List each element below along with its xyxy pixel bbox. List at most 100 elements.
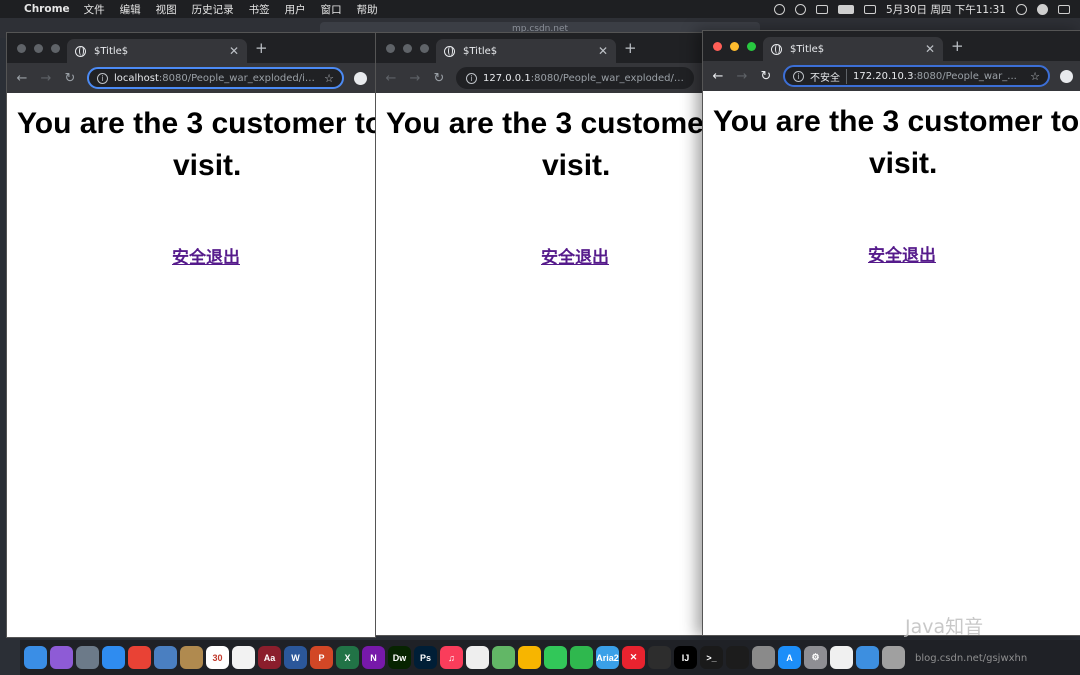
close-window-icon[interactable] xyxy=(386,44,395,53)
address-bar[interactable]: i 127.0.0.1 :8080/People_war_exploded/in… xyxy=(456,67,694,89)
menu-history[interactable]: 历史记录 xyxy=(192,2,234,17)
menu-edit[interactable]: 编辑 xyxy=(120,2,141,17)
new-tab-icon[interactable]: + xyxy=(624,39,637,57)
dock-downloads-icon[interactable] xyxy=(856,646,879,669)
dock-music-icon[interactable]: ♫ xyxy=(440,646,463,669)
forward-arrow-icon[interactable]: → xyxy=(735,69,749,84)
info-icon[interactable]: i xyxy=(793,70,804,82)
menu-window[interactable]: 窗口 xyxy=(321,2,342,17)
dock-safari-icon[interactable] xyxy=(102,646,125,669)
dock-dreamweaver-icon[interactable]: Dw xyxy=(388,646,411,669)
back-arrow-icon[interactable]: ← xyxy=(384,71,398,86)
close-window-icon[interactable] xyxy=(713,42,722,51)
menu-clock[interactable]: 5月30日 周四 下午11:31 xyxy=(886,2,1006,17)
dock-intellij-icon[interactable]: IJ xyxy=(674,646,697,669)
menu-people[interactable]: 用户 xyxy=(285,2,306,17)
browser-window-localhost: $Title$ ✕ + ← → ↻ i localhost :8080/Peop… xyxy=(6,32,376,638)
info-icon[interactable]: i xyxy=(466,72,477,84)
tab-title: $Title$ xyxy=(463,45,498,57)
close-window-icon[interactable] xyxy=(17,44,26,53)
not-secure-label[interactable]: 不安全 xyxy=(810,68,847,84)
menu-file[interactable]: 文件 xyxy=(84,2,105,17)
close-tab-icon[interactable]: ✕ xyxy=(925,42,935,56)
dock-chrome-icon[interactable] xyxy=(128,646,151,669)
dock-color-app-icon[interactable] xyxy=(648,646,671,669)
user-avatar-icon[interactable] xyxy=(1037,3,1048,15)
dock-automator-icon[interactable] xyxy=(752,646,775,669)
back-arrow-icon[interactable]: ← xyxy=(711,69,725,84)
dock-stickies-icon[interactable] xyxy=(232,646,255,669)
dock-photos-icon[interactable] xyxy=(518,646,541,669)
volume-icon[interactable] xyxy=(816,4,829,14)
forward-arrow-icon[interactable]: → xyxy=(408,71,422,86)
vpn-icon[interactable] xyxy=(795,3,807,15)
close-tab-icon[interactable]: ✕ xyxy=(229,44,239,58)
browser-tab[interactable]: $Title$ ✕ xyxy=(763,37,943,61)
back-arrow-icon[interactable]: ← xyxy=(15,71,29,86)
airplay-icon[interactable] xyxy=(774,3,786,15)
menu-view[interactable]: 视图 xyxy=(156,2,177,17)
bookmark-star-icon[interactable]: ☆ xyxy=(1026,70,1040,83)
dock-document-icon[interactable] xyxy=(830,646,853,669)
menu-bookmarks[interactable]: 书签 xyxy=(249,2,270,17)
dock-trash-icon[interactable] xyxy=(882,646,905,669)
reload-icon[interactable]: ↻ xyxy=(759,69,773,84)
zoom-window-icon[interactable] xyxy=(420,44,429,53)
info-icon[interactable]: i xyxy=(97,72,108,84)
battery-icon[interactable] xyxy=(838,4,855,14)
dock-preview-icon[interactable] xyxy=(154,646,177,669)
dock-textedit-icon[interactable] xyxy=(466,646,489,669)
dock-word-icon[interactable]: W xyxy=(284,646,307,669)
address-bar[interactable]: i localhost :8080/People_war_exploded/in… xyxy=(87,67,344,89)
reload-icon[interactable]: ↻ xyxy=(432,71,446,86)
dock-dictionary-icon[interactable]: Aa xyxy=(258,646,281,669)
minimize-window-icon[interactable] xyxy=(730,42,739,51)
address-bar[interactable]: i 不安全 172.20.10.3 :8080/People_war_... ☆ xyxy=(783,65,1050,87)
spotlight-icon[interactable] xyxy=(1016,3,1027,15)
dock-terminal-icon[interactable]: >_ xyxy=(700,646,723,669)
dock-messages-icon[interactable] xyxy=(544,646,567,669)
dock-app-store-icon[interactable]: A xyxy=(778,646,801,669)
dock-onenote-icon[interactable]: N xyxy=(362,646,385,669)
menu-help[interactable]: 帮助 xyxy=(357,2,378,17)
dock-finder-icon[interactable] xyxy=(24,646,47,669)
logout-link[interactable]: 安全退出 xyxy=(868,241,936,266)
dock-photoshop-icon[interactable]: Ps xyxy=(414,646,437,669)
forward-arrow-icon[interactable]: → xyxy=(39,71,53,86)
logout-link[interactable]: 安全退出 xyxy=(541,243,609,268)
dock-launchpad-icon[interactable] xyxy=(76,646,99,669)
dock-excel-icon[interactable]: X xyxy=(336,646,359,669)
window-controls xyxy=(713,42,756,51)
dock-facetime-icon[interactable] xyxy=(570,646,593,669)
dock-calendar-icon[interactable]: 30 xyxy=(206,646,229,669)
browser-tab[interactable]: $Title$ ✕ xyxy=(67,39,247,63)
dock-system-preferences-icon[interactable]: ⚙ xyxy=(804,646,827,669)
browser-window-127-0-0-1: $Title$ ✕ + ← → ↻ i 127.0.0.1 :8080/Peop… xyxy=(375,32,703,636)
dock-ariaz-icon[interactable]: Aria2 xyxy=(596,646,619,669)
minimize-window-icon[interactable] xyxy=(34,44,43,53)
url-path: :8080/People_war_exploded/in... xyxy=(530,72,684,84)
menu-app-name[interactable]: Chrome xyxy=(24,3,70,15)
profile-icon[interactable] xyxy=(354,71,367,85)
new-tab-icon[interactable]: + xyxy=(255,39,268,57)
bookmark-star-icon[interactable]: ☆ xyxy=(320,72,334,85)
minimize-window-icon[interactable] xyxy=(403,44,412,53)
dock-siri-icon[interactable] xyxy=(50,646,73,669)
close-tab-icon[interactable]: ✕ xyxy=(598,44,608,58)
zoom-window-icon[interactable] xyxy=(51,44,60,53)
dock-xmind-icon[interactable]: ✕ xyxy=(622,646,645,669)
notification-center-icon[interactable] xyxy=(1058,4,1070,14)
reload-icon[interactable]: ↻ xyxy=(63,71,77,86)
dock-activity-monitor-icon[interactable] xyxy=(726,646,749,669)
input-source-icon[interactable] xyxy=(864,4,877,14)
dock-notes-brown-icon[interactable] xyxy=(180,646,203,669)
zoom-window-icon[interactable] xyxy=(747,42,756,51)
dock-maps-icon[interactable] xyxy=(492,646,515,669)
profile-icon[interactable] xyxy=(1060,69,1073,83)
browser-tab[interactable]: $Title$ ✕ xyxy=(436,39,616,63)
globe-icon xyxy=(75,45,86,57)
logout-link[interactable]: 安全退出 xyxy=(172,243,240,268)
new-tab-icon[interactable]: + xyxy=(951,37,964,55)
visitor-count-heading-line2: visit. xyxy=(542,149,611,182)
dock-powerpoint-icon[interactable]: P xyxy=(310,646,333,669)
